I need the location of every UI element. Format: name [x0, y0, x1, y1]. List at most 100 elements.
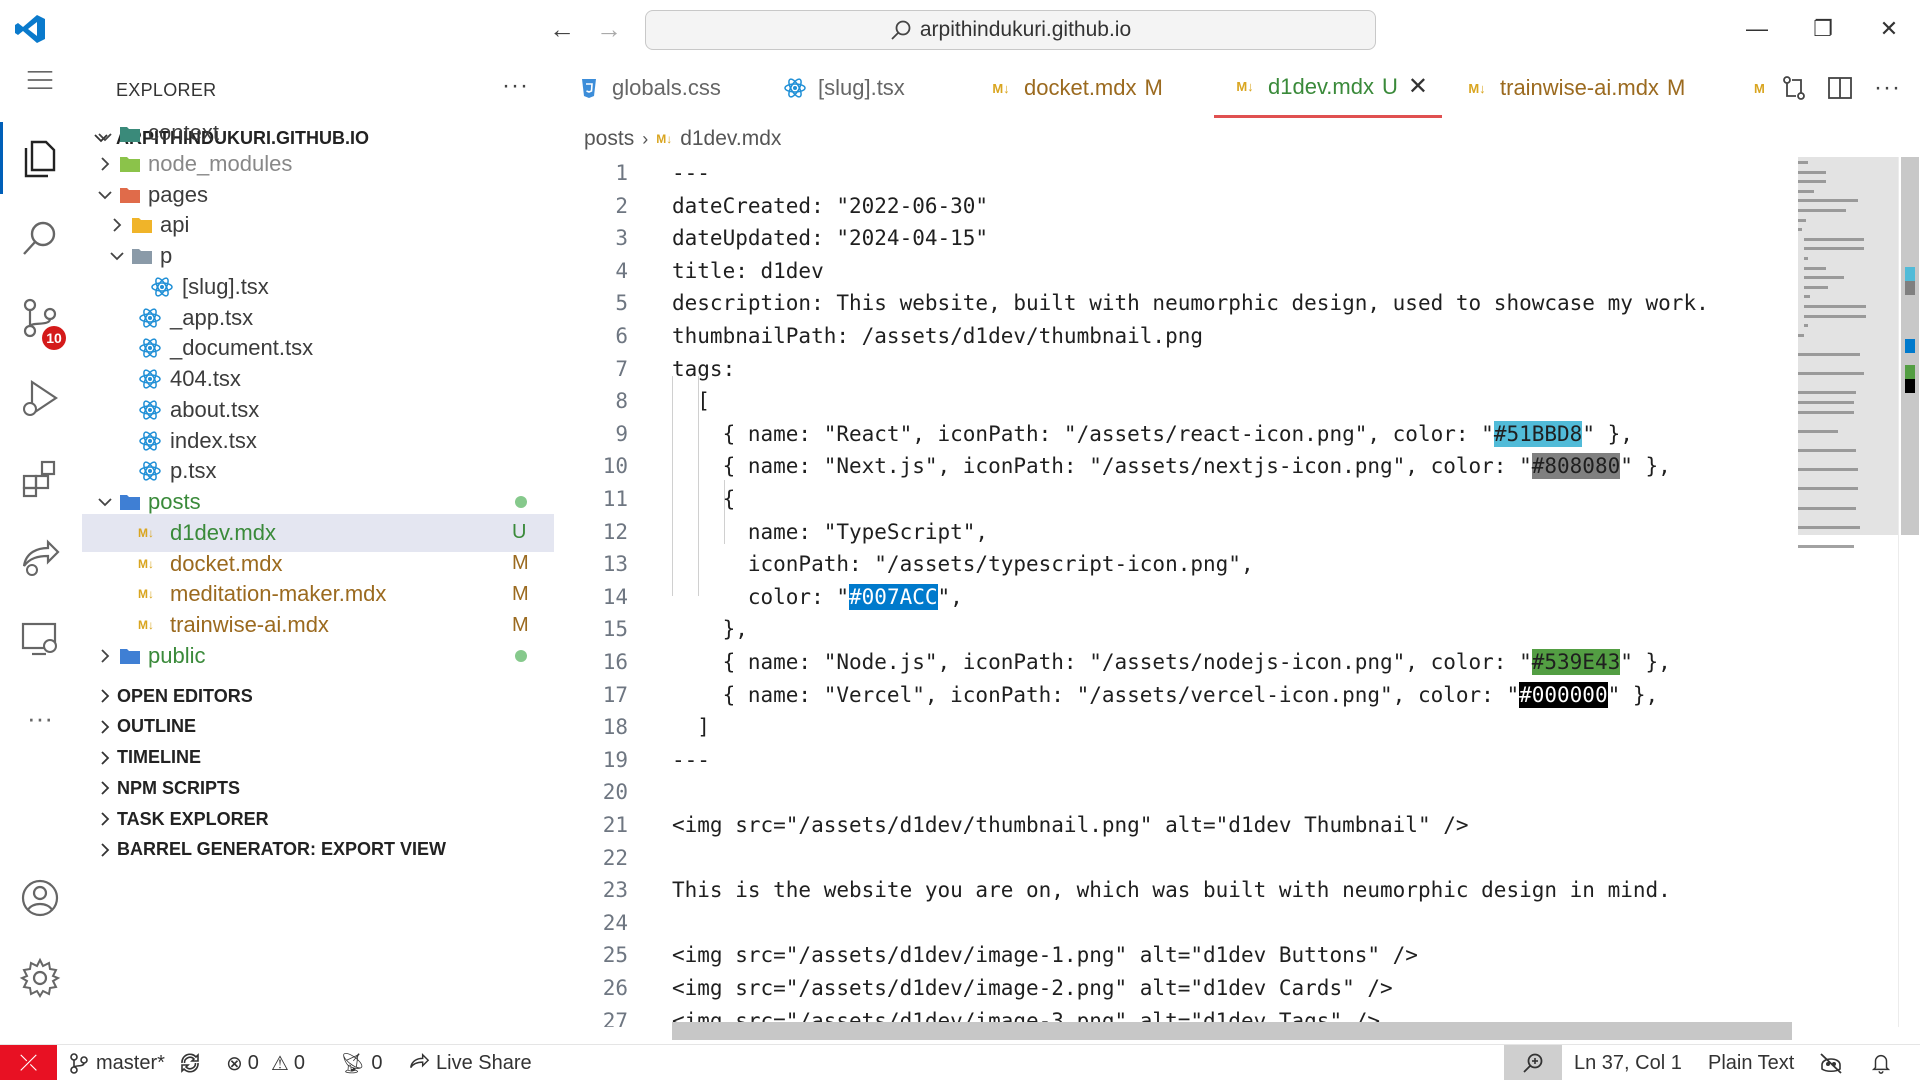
tree-item-label: [slug].tsx	[182, 273, 269, 299]
breadcrumb-folder[interactable]: posts	[584, 127, 634, 151]
minimize-button[interactable]: —	[1739, 14, 1775, 44]
code-text: { name: "Node.js", iconPath: "/assets/no…	[672, 650, 1532, 674]
folder-context[interactable]: context	[82, 126, 554, 146]
mdx-icon: M↓	[138, 525, 154, 540]
close-window-button[interactable]: ✕	[1871, 14, 1907, 44]
line-number: 1	[615, 161, 628, 185]
run-debug-view-button[interactable]	[0, 358, 80, 438]
copilot-button[interactable]	[1818, 1045, 1844, 1080]
gear-icon	[19, 957, 61, 998]
overview-marker	[1905, 339, 1915, 353]
sidebar-more-actions-button[interactable]: ···	[502, 72, 529, 100]
horizontal-scrollbar[interactable]	[672, 1022, 1792, 1040]
tab-slug-tsx[interactable]: [slug].tsx	[782, 58, 905, 118]
zoom-icon	[1523, 1053, 1543, 1073]
line-content: { name: "React", iconPath: "/assets/reac…	[672, 418, 1633, 450]
color-swatch[interactable]: #51BBD8	[1493, 420, 1583, 447]
code-text: " },	[1607, 682, 1659, 707]
line-number: 19	[602, 747, 628, 772]
accounts-button[interactable]	[0, 858, 80, 938]
minimap[interactable]	[1794, 157, 1898, 1027]
remote-indicator-button[interactable]: ⤫	[0, 1045, 57, 1080]
vertical-scrollbar[interactable]	[1898, 157, 1920, 1027]
menu-button[interactable]	[0, 66, 80, 94]
live-share-view-button[interactable]	[0, 518, 80, 598]
tab-globals-css[interactable]: globals.css	[576, 58, 721, 118]
split-editor-button[interactable]	[1826, 74, 1854, 104]
line-content: { name: "Vercel", iconPath: "/assets/ver…	[672, 679, 1658, 711]
restore-button[interactable]: ❐	[1805, 14, 1841, 44]
code-line: 21 <img src="/assets/d1dev/thumbnail.png"…	[564, 809, 1794, 841]
folder-icon	[120, 156, 140, 172]
open-changes-button[interactable]	[1780, 74, 1808, 104]
chevron-right-icon	[101, 649, 110, 663]
color-swatch[interactable]: #539E43	[1531, 649, 1621, 675]
live-share-status[interactable]: Live Share	[408, 1045, 532, 1080]
extensions-view-button[interactable]	[0, 438, 80, 518]
branch-status[interactable]: master*	[68, 1045, 165, 1080]
code-text: { name: "React", iconPath: "/assets/reac…	[672, 421, 1494, 446]
chevron-right-icon	[113, 218, 122, 232]
code-line: 19 ---	[564, 744, 1794, 776]
line-number: 10	[602, 454, 628, 479]
code-text: " },	[1620, 650, 1671, 674]
notifications-button[interactable]	[1870, 1045, 1892, 1080]
explorer-view-button[interactable]	[0, 118, 80, 198]
overview-marker	[1905, 365, 1915, 379]
close-tab-button[interactable]: ✕	[1408, 72, 1428, 101]
cursor-position[interactable]: Ln 37, Col 1	[1574, 1045, 1682, 1080]
code-line: 14 color: "#007ACC",	[564, 581, 1794, 613]
ports-status[interactable]: 📡︎ 0	[340, 1045, 383, 1080]
folder-public[interactable]: public	[82, 637, 554, 675]
minimap-line	[1804, 314, 1866, 318]
breadcrumb-file[interactable]: d1dev.mdx	[680, 127, 781, 151]
git-status-indicator: M	[512, 552, 529, 574]
problems-status[interactable]: ⊗ 0 ⚠ 0	[226, 1045, 305, 1080]
tree-item-label: public	[148, 642, 206, 668]
minimap-line	[1798, 161, 1808, 164]
code-text: { name: "Next.js", iconPath: "/assets/ne…	[672, 454, 1532, 479]
editor-more-actions-button[interactable]: ···	[1874, 74, 1901, 104]
folder-icon	[120, 127, 140, 142]
language-mode[interactable]: Plain Text	[1708, 1045, 1794, 1080]
tab-overflow-partial[interactable]: M	[1754, 58, 1770, 118]
code-editor[interactable]: 1 --- 2 dateCreated: "2022-06-30" 3 dateUpdat…	[564, 157, 1794, 1027]
tab-d1dev-mdx[interactable]: M↓ d1dev.mdx U ✕	[1214, 58, 1442, 118]
line-number: 23	[602, 878, 628, 903]
section-barrel-generator-export-view[interactable]: BARREL GENERATOR: EXPORT VIEW	[82, 832, 554, 868]
tab-docket-mdx[interactable]: M↓ docket.mdx M	[988, 58, 1163, 118]
minimap-line	[1804, 295, 1810, 299]
line-content: {	[672, 487, 736, 511]
code-line: 17 { name: "Vercel", iconPath: "/assets/…	[564, 679, 1794, 711]
back-button[interactable]: ←	[548, 16, 576, 42]
tab-trainwise-ai-mdx[interactable]: M↓ trainwise-ai.mdx M	[1464, 58, 1685, 118]
live-share-icon	[22, 539, 60, 576]
more-views-button[interactable]: ···	[0, 678, 80, 758]
manage-settings-button[interactable]	[0, 938, 80, 1018]
tab-label: d1dev.mdx	[1268, 73, 1374, 99]
color-swatch[interactable]: #000000	[1519, 681, 1608, 708]
tree-item-label: p	[160, 243, 173, 268]
tab-label: trainwise-ai.mdx	[1500, 75, 1659, 100]
minimap-slider[interactable]	[1798, 157, 1898, 535]
forward-button[interactable]: →	[595, 16, 623, 42]
color-swatch[interactable]: #808080	[1531, 453, 1621, 480]
sync-button[interactable]	[178, 1045, 202, 1080]
files-icon	[24, 140, 56, 178]
code-line: 12 name: "TypeScript",	[564, 516, 1794, 548]
source-control-view-button[interactable]: 10	[0, 278, 80, 358]
zoom-button[interactable]	[1504, 1045, 1562, 1080]
code-text: color: "	[672, 584, 850, 609]
command-center-search[interactable]: arpithindukuri.github.io	[645, 10, 1376, 50]
breadcrumb: posts › M↓ d1dev.mdx	[584, 124, 781, 154]
remote-explorer-view-button[interactable]	[0, 598, 80, 678]
color-swatch[interactable]: #007ACC	[849, 583, 938, 610]
code-line: 4 title: d1dev	[564, 255, 1794, 287]
line-content: <img src="/assets/d1dev/thumbnail.png" a…	[672, 813, 1469, 837]
chevron-right-icon	[101, 843, 110, 857]
search-view-button[interactable]	[0, 198, 80, 278]
react-icon	[138, 306, 162, 330]
line-number: 15	[602, 617, 628, 642]
search-icon	[891, 20, 911, 40]
git-branch-icon	[70, 1053, 88, 1074]
